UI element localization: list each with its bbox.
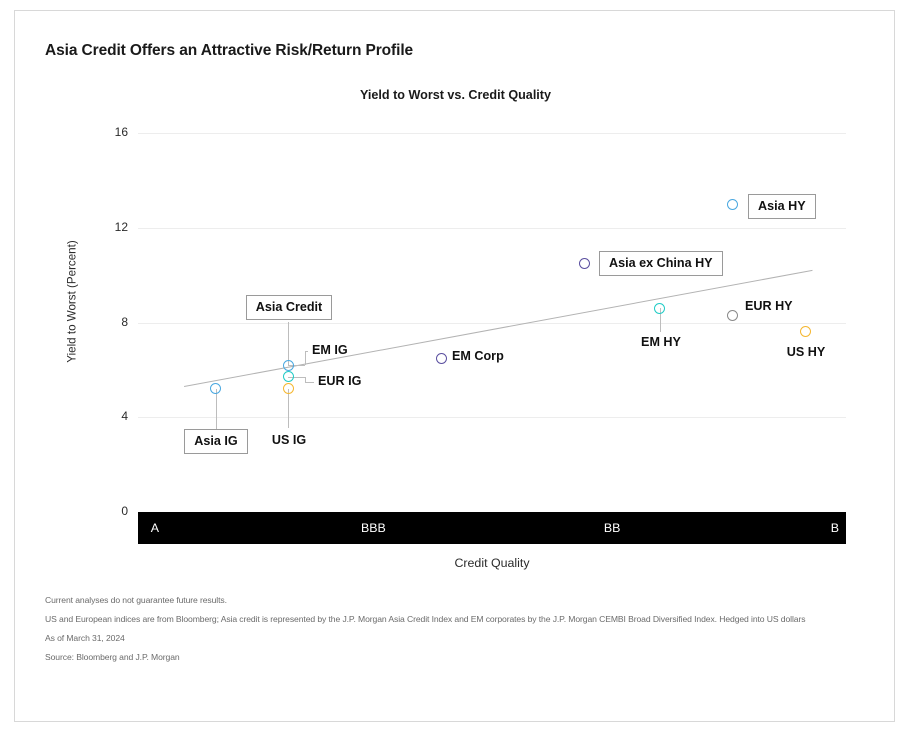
page-title: Asia Credit Offers an Attractive Risk/Re… <box>45 42 414 59</box>
footnote-4: Source: Bloomberg and J.P. Morgan <box>45 652 180 662</box>
footnote-2: US and European indices are from Bloombe… <box>45 614 806 624</box>
chart-page: Asia Credit Offers an Attractive Risk/Re… <box>0 0 911 736</box>
chart-subtitle: Yield to Worst vs. Credit Quality <box>359 88 552 102</box>
footnote-1: Current analyses do not guarantee future… <box>45 595 227 605</box>
footnote-3: As of March 31, 2024 <box>45 633 125 643</box>
footnotes-block: Current analyses do not guarantee future… <box>45 591 870 667</box>
